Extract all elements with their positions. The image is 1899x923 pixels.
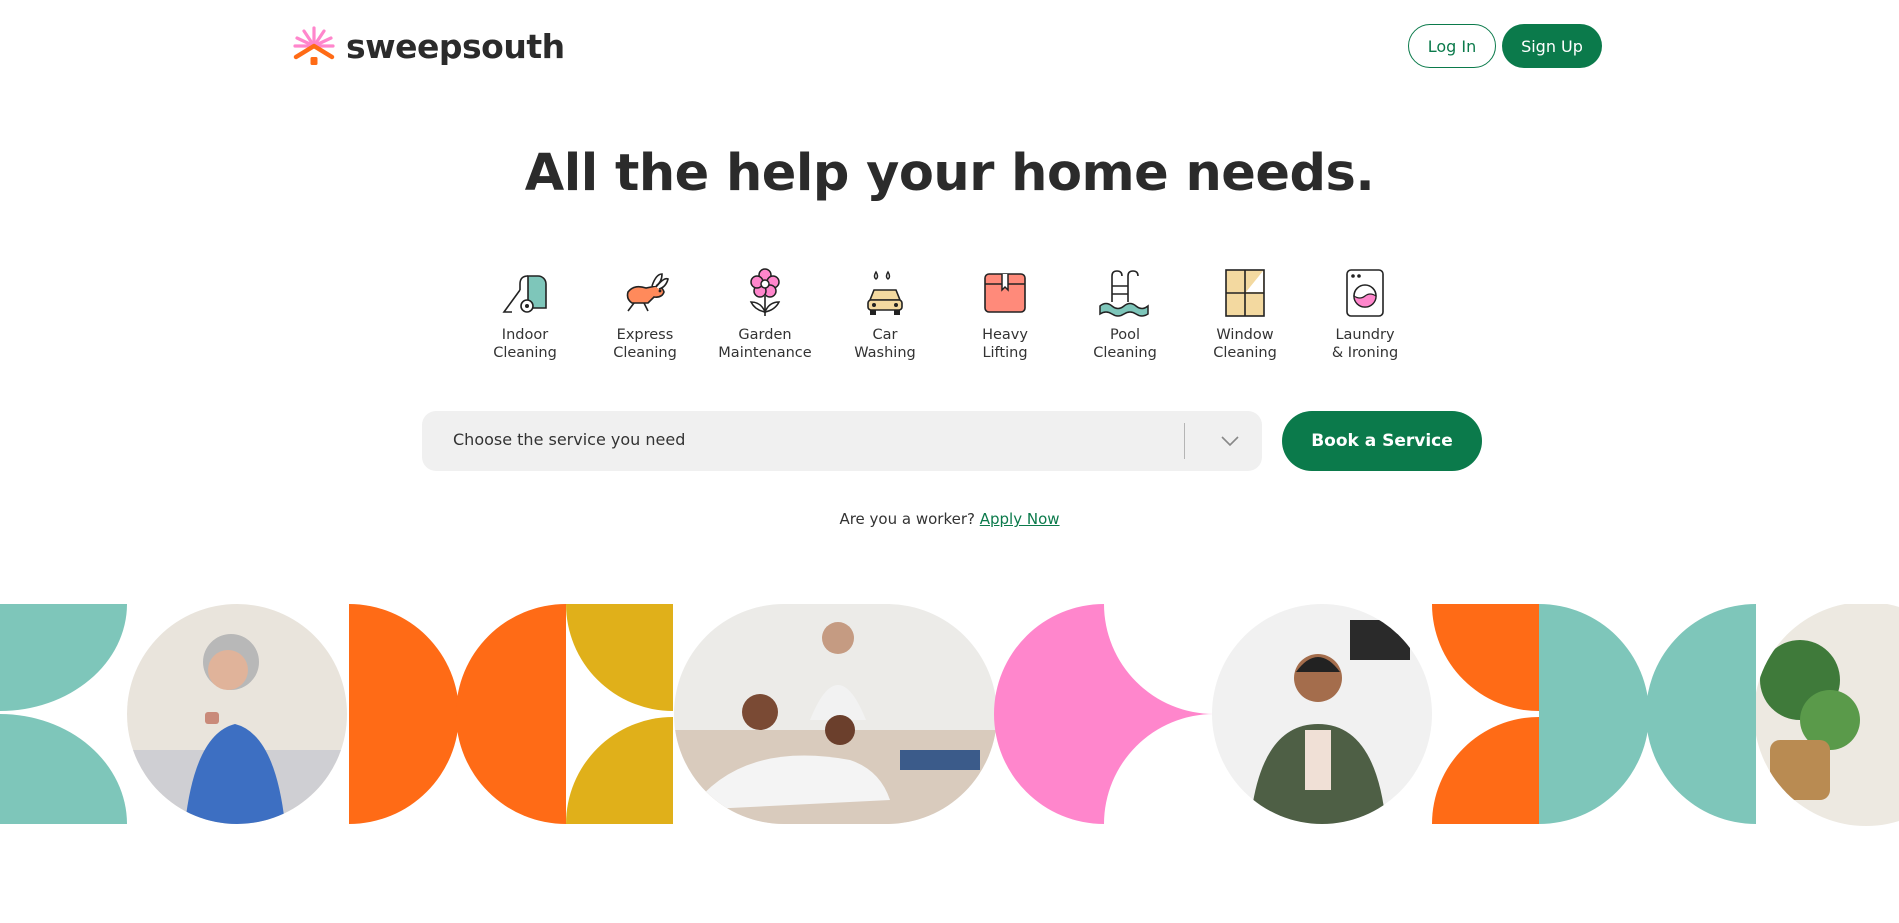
teal-quarter-shape: [0, 604, 127, 711]
orange-quarter-shape: [1432, 604, 1539, 711]
service-label: Laundry & Ironing: [1331, 327, 1399, 361]
washing-machine-icon: [1334, 262, 1396, 324]
mustard-quarter-shape: [566, 604, 673, 711]
signup-button[interactable]: Sign Up: [1502, 24, 1602, 68]
box-icon: [974, 262, 1036, 324]
pink-concave-shape: [994, 604, 1214, 824]
vacuum-icon: [494, 262, 556, 324]
service-pool-cleaning[interactable]: Pool Cleaning: [1065, 262, 1185, 362]
hero-banner: [0, 604, 1899, 826]
brand-name: sweepsouth: [346, 26, 565, 66]
service-indoor-cleaning[interactable]: Indoor Cleaning: [465, 262, 585, 362]
worker-prompt: Are you a worker? Apply Now: [0, 510, 1899, 528]
teal-half-circle: [1539, 604, 1649, 824]
service-laundry-ironing[interactable]: Laundry & Ironing: [1305, 262, 1425, 362]
orange-half-circle: [349, 604, 459, 824]
service-select[interactable]: Choose the service you need: [422, 411, 1262, 471]
service-label: Express Cleaning: [613, 327, 677, 361]
photo-woman-with-cup: [127, 604, 347, 824]
orange-quarter-shape: [1432, 717, 1539, 824]
service-heavy-lifting[interactable]: Heavy Lifting: [945, 262, 1065, 362]
worker-prompt-text: Are you a worker?: [839, 510, 975, 528]
hero-title: All the help your home needs.: [524, 144, 1375, 203]
service-list: Indoor Cleaning Express Cleaning Garden …: [465, 262, 1425, 362]
login-button[interactable]: Log In: [1408, 24, 1496, 68]
service-window-cleaning[interactable]: Window Cleaning: [1185, 262, 1305, 362]
service-label: Window Cleaning: [1213, 327, 1277, 361]
orange-half-circle: [456, 604, 566, 824]
service-label: Pool Cleaning: [1093, 327, 1157, 361]
site-header: sweepsouth Log In Sign Up: [0, 0, 1899, 92]
flower-icon: [734, 262, 796, 324]
mustard-quarter-shape: [566, 717, 673, 824]
teal-quarter-shape: [0, 714, 127, 824]
photo-man-smiling: [1212, 604, 1432, 824]
sun-house-logo-icon: [293, 26, 335, 65]
select-divider: [1184, 423, 1185, 459]
car-icon: [854, 262, 916, 324]
apply-now-link[interactable]: Apply Now: [980, 510, 1060, 528]
pool-icon: [1094, 262, 1156, 324]
teal-half-circle: [1646, 604, 1756, 824]
service-garden-maintenance[interactable]: Garden Maintenance: [705, 262, 825, 362]
photo-family-on-couch: [674, 604, 997, 824]
service-label: Indoor Cleaning: [493, 327, 557, 361]
service-label: Heavy Lifting: [982, 327, 1028, 361]
window-icon: [1214, 262, 1276, 324]
rabbit-icon: [614, 262, 676, 324]
chevron-down-icon[interactable]: [1220, 431, 1240, 451]
service-label: Garden Maintenance: [718, 327, 812, 361]
brand-logo[interactable]: sweepsouth: [292, 24, 565, 68]
service-label: Car Washing: [854, 327, 916, 361]
service-car-washing[interactable]: Car Washing: [825, 262, 945, 362]
service-express-cleaning[interactable]: Express Cleaning: [585, 262, 705, 362]
book-service-button[interactable]: Book a Service: [1282, 411, 1482, 471]
photo-woman-with-plants: [1756, 604, 1899, 826]
service-select-placeholder: Choose the service you need: [453, 430, 686, 449]
